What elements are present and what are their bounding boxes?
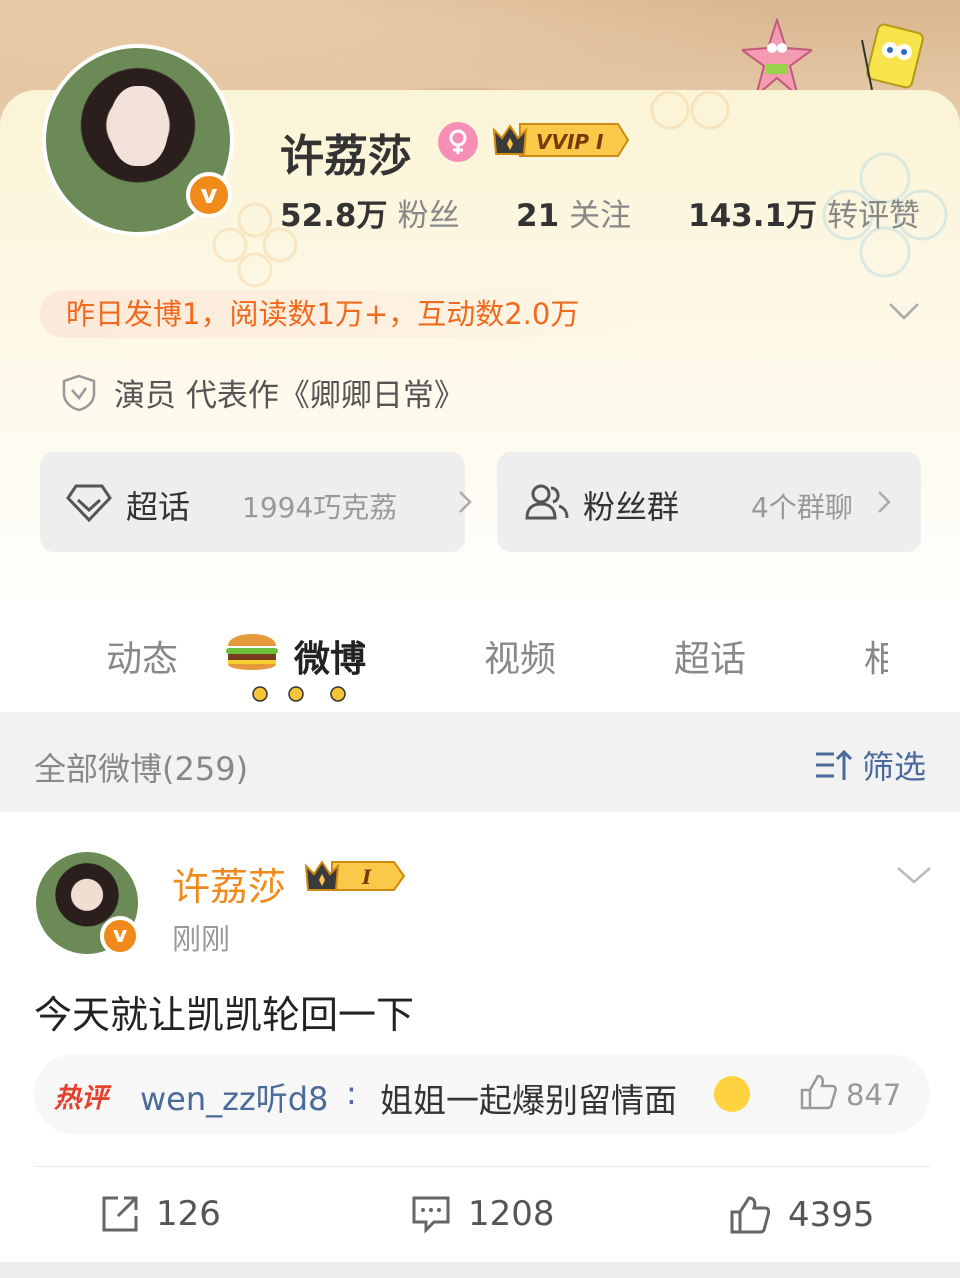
comment-button[interactable]: 1208: [410, 1194, 555, 1234]
tab-weibo[interactable]: 微博: [294, 630, 366, 682]
hot-comment-user[interactable]: wen_zz听d8: [140, 1074, 328, 1120]
coins-icon: [252, 686, 346, 702]
profile-name: 许荔莎: [280, 131, 412, 182]
thumbs-up-icon[interactable]: [798, 1072, 838, 1112]
certification-row: 演员 代表作《卿卿日常》: [62, 370, 465, 415]
like-button[interactable]: 4395: [728, 1194, 875, 1236]
tab-videos[interactable]: 视频: [484, 630, 556, 682]
super-topic-name: 1994巧克荔: [242, 491, 398, 524]
repost-button[interactable]: 126: [100, 1194, 221, 1234]
tab-albums[interactable]: 相: [864, 630, 888, 682]
svg-text:I: I: [361, 865, 372, 889]
profile-tabs: 动态 微博 视频 超话 相: [0, 600, 960, 710]
like-count: 4395: [788, 1195, 875, 1235]
filter-button[interactable]: 筛选: [814, 742, 926, 788]
female-gender-icon: [438, 122, 478, 162]
verified-badge-icon: v: [100, 916, 140, 956]
hot-comment-text: 姐姐一起爆别留情面: [380, 1081, 677, 1120]
weibo-count: 全部微博(259): [34, 750, 249, 788]
thumbs-up-icon: [730, 1196, 771, 1234]
super-topic-label: 超话: [126, 488, 191, 526]
chevron-right-icon: [878, 491, 891, 513]
vip-crown-badge-icon[interactable]: I: [302, 858, 406, 894]
comment-icon: [412, 1196, 450, 1234]
diamond-icon: [66, 484, 112, 522]
burger-icon: [226, 634, 278, 670]
following-stat[interactable]: 21 关注: [516, 190, 631, 235]
tab-dynamics[interactable]: 动态: [106, 630, 178, 682]
flower-decor-icon: [650, 90, 730, 130]
patrick-sticker-icon: [742, 18, 812, 98]
fan-group-label: 粉丝群: [583, 488, 680, 526]
divider: [34, 1166, 930, 1167]
fan-group-button[interactable]: 粉丝群 4个群聊: [497, 452, 921, 552]
hot-comment-tag: 热评: [54, 1083, 108, 1114]
share-icon: [102, 1196, 138, 1232]
spongebob-sticker-icon: [861, 23, 924, 91]
group-users-icon: [525, 484, 569, 520]
certification-text: 演员 代表作《卿卿日常》: [114, 378, 465, 414]
weibo-post[interactable]: v 许荔莎 I 刚刚 今天就让凯凯轮回一下 热评 wen_zz听d8 : 姐姐一…: [0, 812, 960, 1278]
chevron-down-icon[interactable]: [896, 864, 932, 886]
verified-badge-icon: v: [186, 172, 232, 218]
comment-count: 1208: [468, 1194, 555, 1234]
fan-group-count: 4个群聊: [751, 491, 853, 524]
filter-label: 筛选: [862, 748, 927, 786]
post-author-name[interactable]: 许荔莎: [172, 856, 286, 911]
activity-summary[interactable]: 昨日发博1，阅读数1万+，互动数2.0万: [40, 290, 640, 338]
filter-sort-icon: [816, 749, 853, 780]
crying-emoji-icon: [714, 1076, 750, 1112]
svg-text:VVIP I: VVIP I: [536, 130, 604, 154]
filter-bar: 全部微博(259) 筛选: [0, 712, 960, 812]
hot-comment[interactable]: 热评 wen_zz听d8 : 姐姐一起爆别留情面 847: [34, 1054, 930, 1134]
shield-icon: [62, 374, 96, 411]
super-topic-button[interactable]: 超话 1994巧克荔: [40, 452, 472, 552]
followers-stat[interactable]: 52.8万 粉丝: [280, 190, 460, 235]
hot-comment-likes: 847: [846, 1078, 902, 1112]
repost-count: 126: [156, 1194, 221, 1234]
interactions-stat[interactable]: 143.1万 转评赞: [688, 190, 920, 235]
post-time: 刚刚: [172, 922, 231, 956]
vvip-badge-icon[interactable]: VVIP I: [490, 120, 630, 160]
post-text: 今天就让凯凯轮回一下: [34, 993, 415, 1037]
hot-comment-separator: :: [346, 1074, 357, 1112]
chevron-right-icon: [459, 491, 472, 513]
bottom-divider: [0, 1262, 960, 1278]
tab-super-topic[interactable]: 超话: [674, 630, 746, 682]
chevron-down-icon[interactable]: [888, 300, 920, 322]
